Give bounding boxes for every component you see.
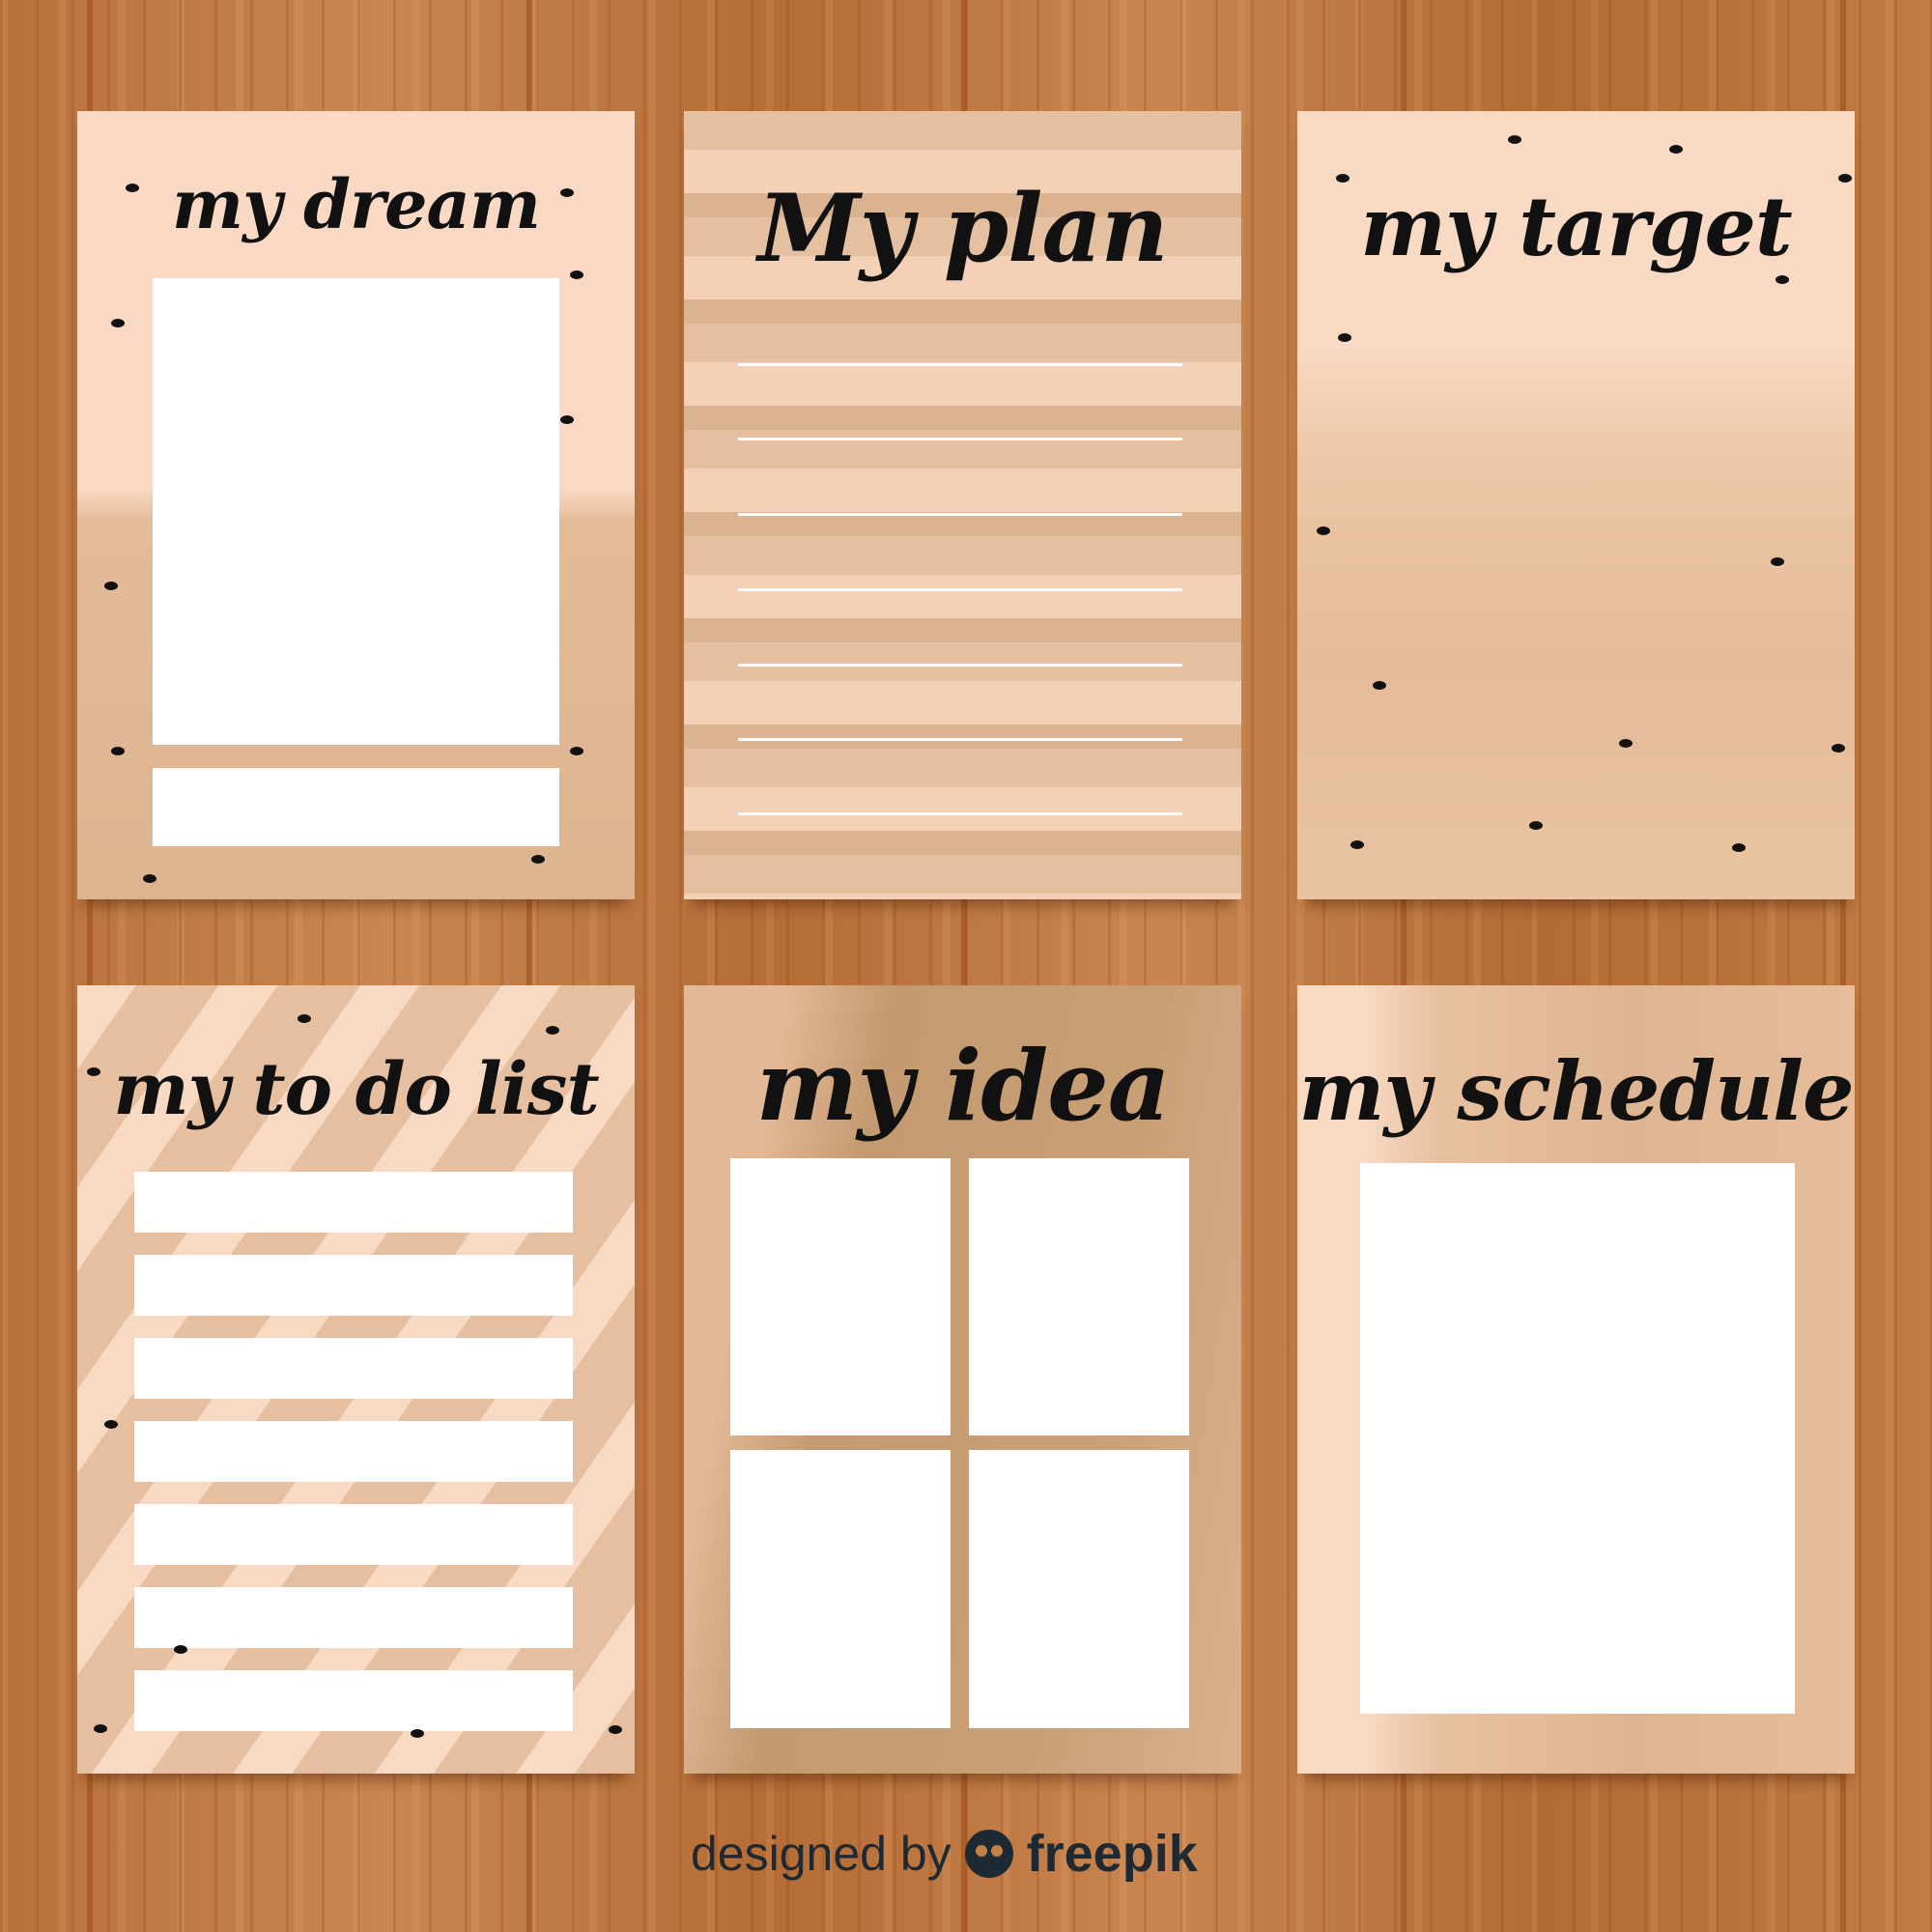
- card-my-schedule: my schedule: [1297, 985, 1855, 1774]
- ink-dot: [87, 1067, 100, 1076]
- ink-dot: [1619, 739, 1633, 748]
- todo-row: [134, 1670, 573, 1731]
- ink-dot: [126, 184, 139, 192]
- card-my-dream: my dream: [77, 111, 635, 899]
- photo-placeholder: [153, 278, 559, 745]
- writing-line: [738, 664, 1182, 667]
- writing-line: [738, 513, 1182, 516]
- ink-dot: [104, 1420, 118, 1429]
- ink-dot: [1508, 135, 1521, 144]
- credit-prefix: designed by: [691, 1827, 952, 1881]
- writing-line: [738, 588, 1182, 591]
- ink-dot: [111, 319, 125, 327]
- writing-line: [738, 738, 1182, 741]
- credit-brand: freepik: [1026, 1825, 1198, 1883]
- ink-dot: [1317, 526, 1330, 535]
- card-title: My plan: [757, 174, 1168, 283]
- idea-box: [969, 1450, 1189, 1728]
- todo-row: [134, 1255, 573, 1316]
- ink-dot: [1771, 557, 1784, 566]
- ink-dot: [1350, 840, 1364, 849]
- ink-dot: [411, 1729, 424, 1738]
- ink-dot: [546, 1026, 559, 1035]
- ink-dot: [570, 747, 583, 755]
- ink-dot: [174, 1645, 187, 1654]
- ink-dot: [531, 855, 545, 864]
- ink-dot: [609, 1725, 622, 1734]
- card-my-to-do-list: my to do list: [77, 985, 635, 1774]
- writing-line: [738, 438, 1182, 440]
- ink-dot: [298, 1014, 311, 1023]
- card-title: my target: [1360, 179, 1792, 274]
- idea-box: [730, 1450, 951, 1728]
- ink-dot: [560, 188, 574, 197]
- ink-dot: [111, 747, 125, 755]
- todo-row: [134, 1338, 573, 1399]
- ink-dot: [94, 1724, 107, 1733]
- card-my-idea: my idea: [684, 985, 1241, 1774]
- ink-dot: [1669, 145, 1683, 154]
- freepik-logo-icon: [964, 1830, 1013, 1878]
- ink-dot: [1838, 174, 1852, 183]
- ink-dot: [1336, 174, 1350, 183]
- ink-dot: [560, 415, 574, 424]
- ink-dot: [1732, 843, 1746, 852]
- ink-dot: [1529, 821, 1543, 830]
- ink-dot: [570, 270, 583, 279]
- schedule-box: [1360, 1163, 1795, 1714]
- idea-box: [730, 1158, 951, 1435]
- ink-dot: [1832, 744, 1845, 753]
- ink-dot: [1776, 275, 1789, 284]
- todo-row: [134, 1421, 573, 1482]
- ink-dot: [143, 874, 156, 883]
- writing-line: [738, 812, 1182, 815]
- todo-row: [134, 1587, 573, 1648]
- idea-box: [969, 1158, 1189, 1435]
- writing-line: [738, 363, 1182, 366]
- ink-dot: [104, 582, 118, 590]
- card-my-plan: My plan: [684, 111, 1241, 899]
- caption-placeholder: [153, 768, 559, 846]
- card-title: my to do list: [113, 1048, 599, 1131]
- ink-dot: [1338, 333, 1351, 342]
- todo-row: [134, 1504, 573, 1565]
- card-title: my schedule: [1298, 1043, 1854, 1139]
- card-title: my idea: [755, 1029, 1170, 1143]
- ink-dot: [1373, 681, 1386, 690]
- card-my-target: my target: [1297, 111, 1855, 899]
- card-title: my dream: [172, 164, 541, 244]
- freepik-credit[interactable]: designed by freepik: [691, 1824, 1198, 1884]
- todo-row: [134, 1172, 573, 1233]
